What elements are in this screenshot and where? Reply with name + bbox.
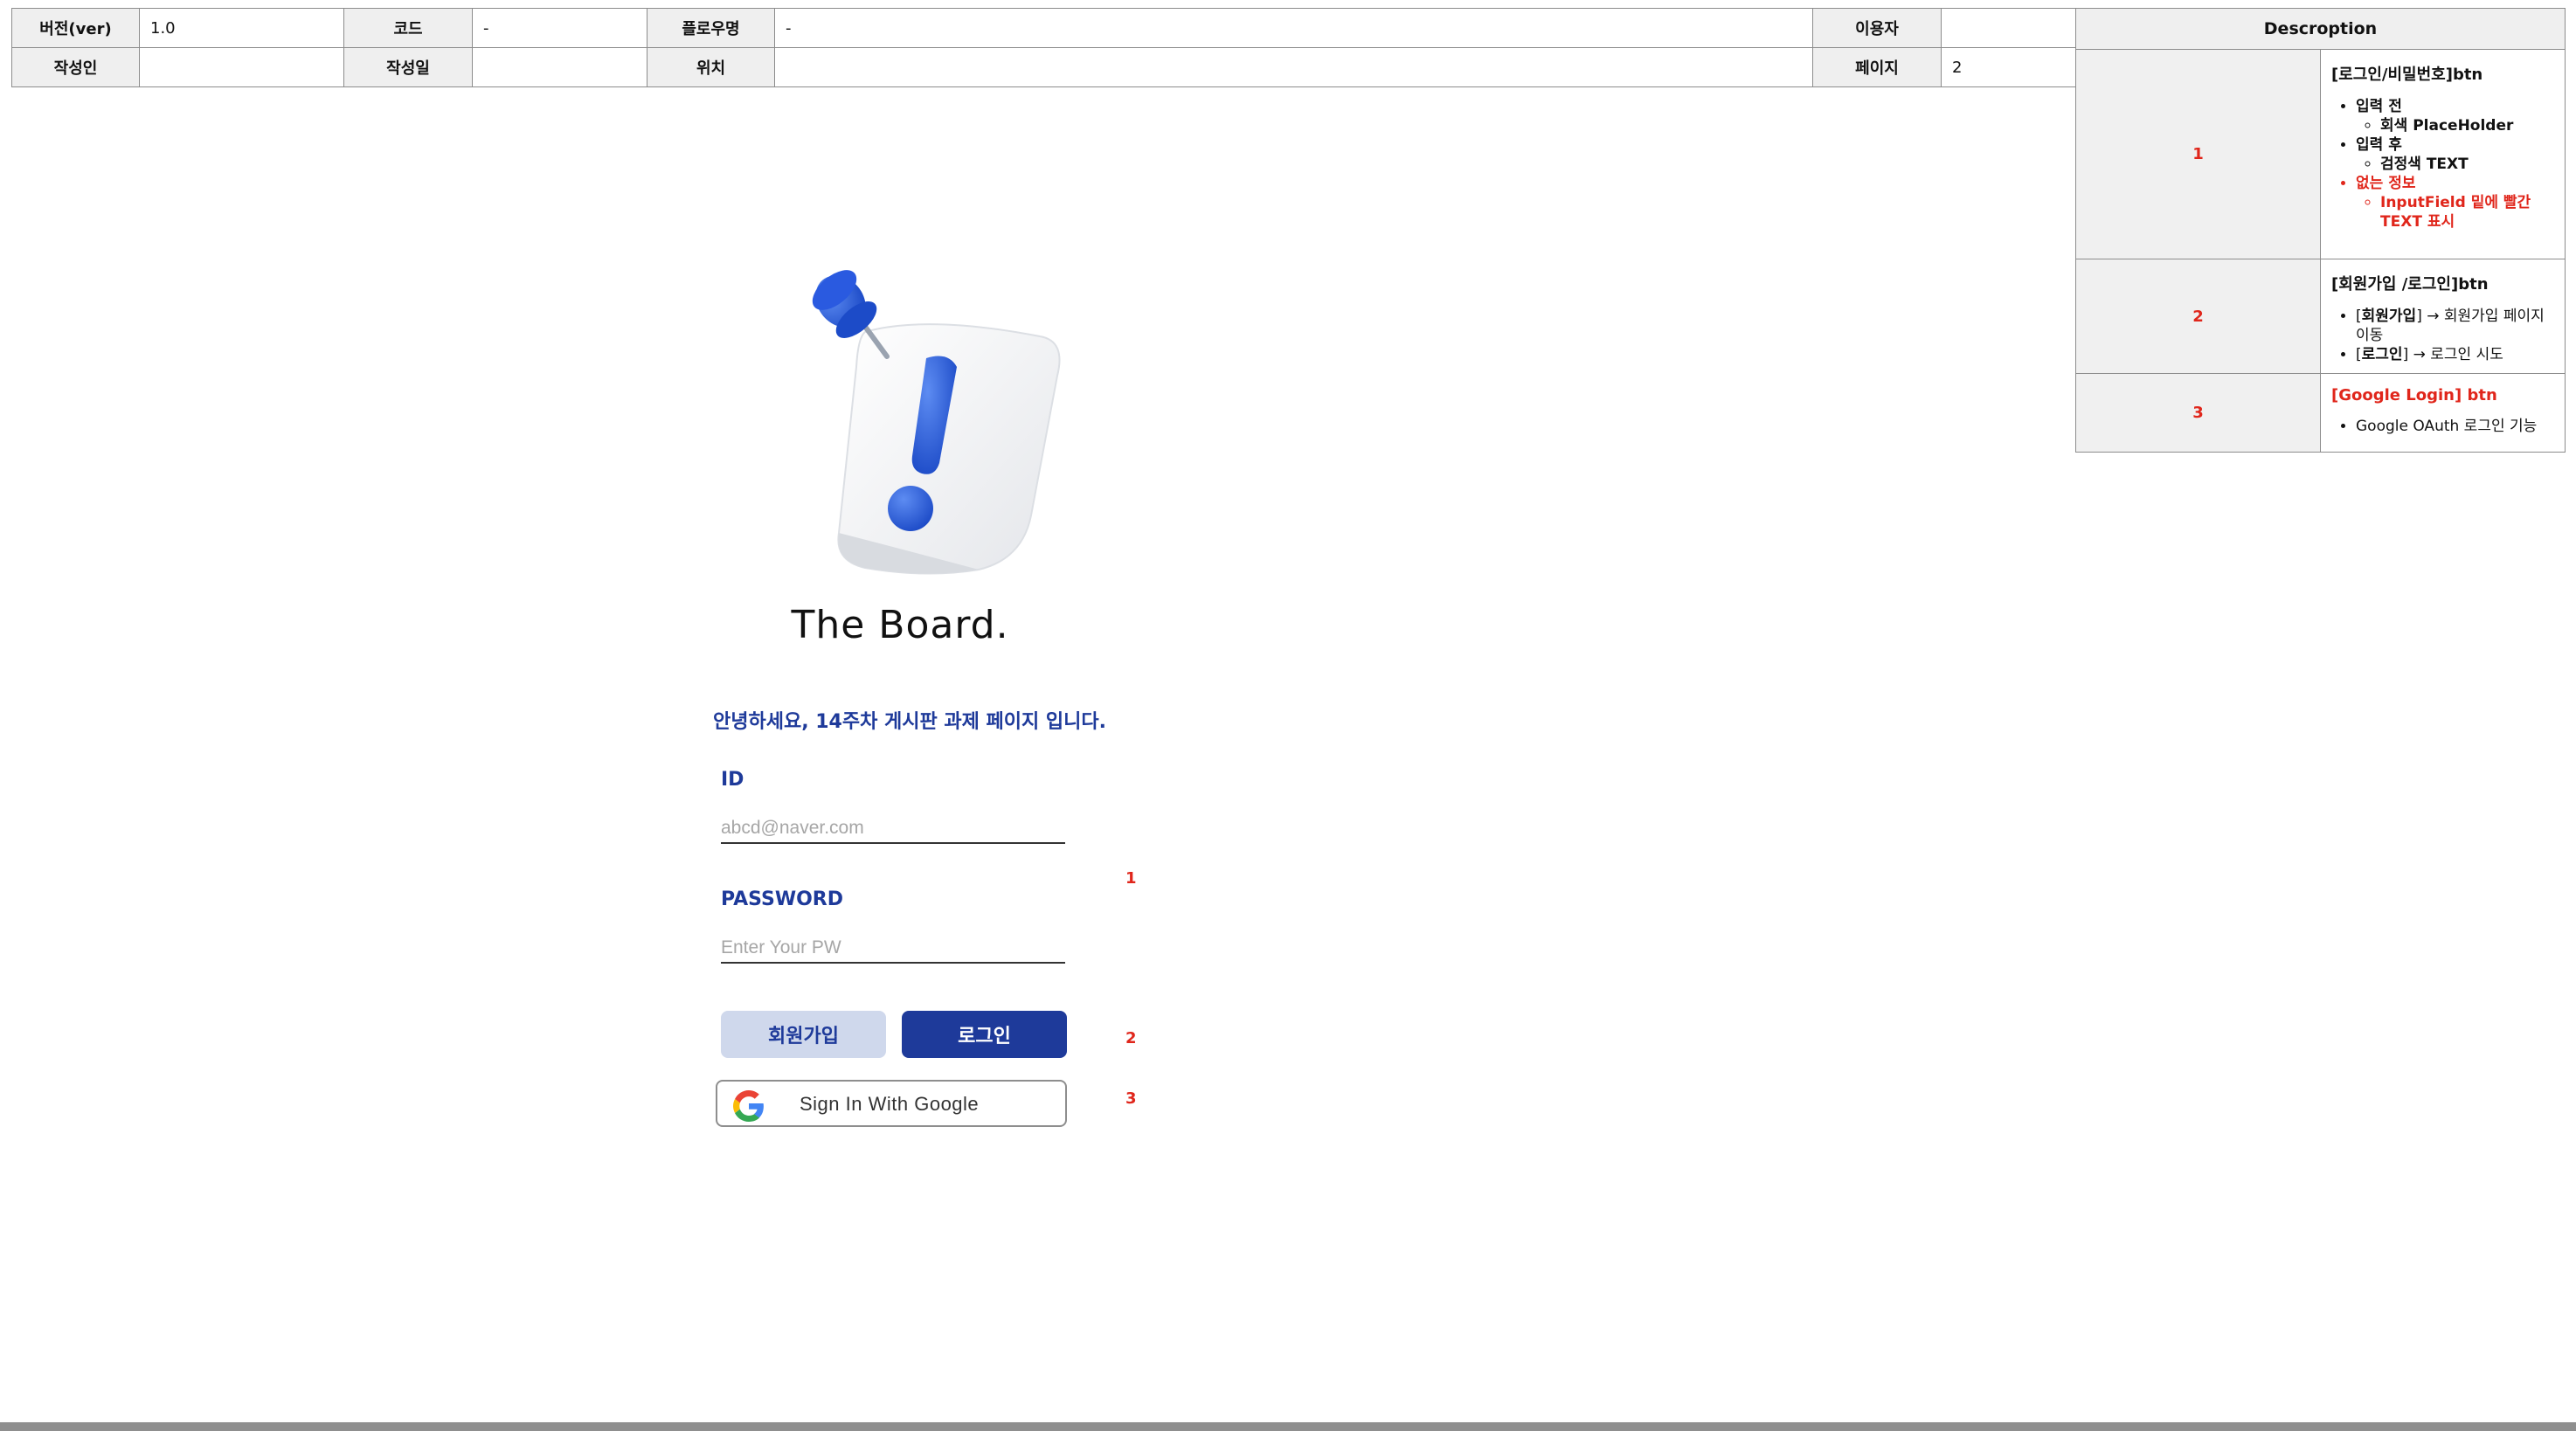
signup-button[interactable]: 회원가입 [721, 1011, 886, 1058]
list-item: 회색 PlaceHolder [2380, 116, 2556, 135]
description-table: Descroption 1 [로그인/비밀번호]btn 입력 전 회색 Plac… [2075, 8, 2566, 453]
annotation-marker-3: 3 [1125, 1089, 1137, 1108]
description-title: [로그인/비밀번호]btn [2331, 66, 2483, 84]
version-label: 버전(ver) [11, 8, 140, 48]
password-input[interactable] [721, 934, 1065, 964]
list-item: 검정색 TEXT [2380, 155, 2556, 174]
author-label: 작성인 [11, 47, 140, 87]
description-number: 3 [2075, 373, 2321, 453]
brand-title: The Board. [791, 603, 1009, 647]
annotation-marker-1: 1 [1125, 869, 1137, 888]
list-item: 없는 정보 InputField 밑에 빨간 TEXT 표시 [2356, 174, 2556, 232]
google-icon [733, 1090, 764, 1122]
flow-label: 플로우명 [647, 8, 775, 48]
description-item-1: [로그인/비밀번호]btn 입력 전 회색 PlaceHolder 입력 후 검… [2320, 49, 2566, 259]
annotation-marker-2: 2 [1125, 1029, 1137, 1047]
list-item: Google OAuth 로그인 기능 [2356, 417, 2556, 436]
password-label: PASSWORD [721, 888, 844, 910]
description-title: [회원가입 /로그인]btn [2331, 275, 2489, 294]
greeting-text: 안녕하세요, 14주차 게시판 과제 페이지 입니다. [713, 711, 1106, 733]
description-item-3: [Google Login] btn Google OAuth 로그인 기능 [2320, 373, 2566, 453]
id-input[interactable] [721, 814, 1065, 844]
user-label: 이용자 [1812, 8, 1942, 48]
list-item: 입력 후 검정색 TEXT [2356, 135, 2556, 174]
description-header: Descroption [2075, 8, 2566, 50]
bottom-scrollbar [0, 1422, 2576, 1431]
code-label: 코드 [343, 8, 473, 48]
google-signin-button[interactable]: Sign In With Google [716, 1080, 1067, 1127]
location-value [774, 47, 1813, 87]
flow-value: - [774, 8, 1813, 48]
list-item: 입력 전 회색 PlaceHolder [2356, 97, 2556, 135]
id-label: ID [721, 769, 744, 791]
description-item-2: [회원가입 /로그인]btn [회원가입] → 회원가입 페이지 이동 [로그인… [2320, 259, 2566, 374]
meta-table: 버전(ver) 1.0 코드 - 플로우명 - 이용자 작성인 작성일 위치 페… [11, 8, 2076, 87]
user-value [1941, 8, 2076, 48]
description-number: 1 [2075, 49, 2321, 259]
author-value [139, 47, 344, 87]
google-signin-label: Sign In With Google [800, 1093, 980, 1115]
login-button[interactable]: 로그인 [902, 1011, 1067, 1058]
version-value: 1.0 [139, 8, 344, 48]
description-title: [Google Login] btn [2331, 386, 2497, 404]
date-label: 작성일 [343, 47, 473, 87]
list-item: [로그인] → 로그인 시도 [2356, 345, 2556, 364]
pinned-note-illustration [812, 270, 1061, 575]
list-item: InputField 밑에 빨간 TEXT 표시 [2380, 193, 2556, 232]
page-value: 2 [1941, 47, 2076, 87]
location-label: 위치 [647, 47, 775, 87]
page-label: 페이지 [1812, 47, 1942, 87]
list-item: [회원가입] → 회원가입 페이지 이동 [2356, 307, 2556, 345]
description-number: 2 [2075, 259, 2321, 374]
date-value [472, 47, 647, 87]
code-value: - [472, 8, 647, 48]
